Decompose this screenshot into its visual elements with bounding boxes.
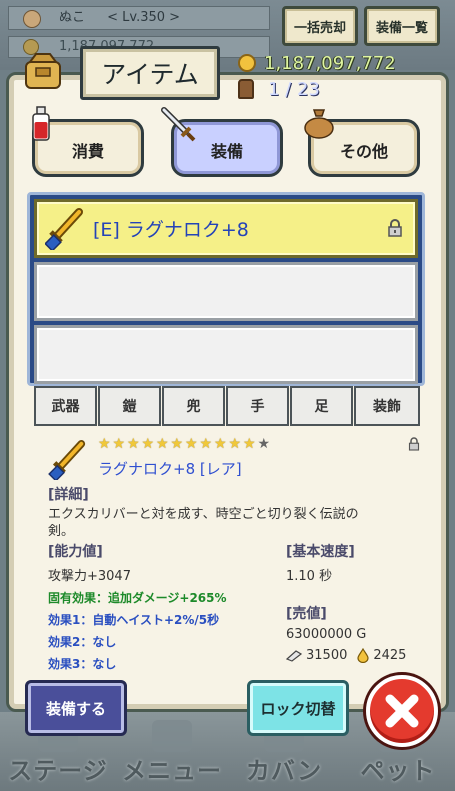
effect-2: 効果2：なし [48,635,117,649]
coin-icon [238,54,256,72]
sword-icon [161,107,196,142]
effect-3: 効果3：なし [48,657,117,671]
pouch-icon [304,109,334,139]
item-name: [E] ラグナロク+8 [93,219,249,241]
drop-count: 2425 [373,648,407,663]
tab-consumable-label: 消費 [71,142,104,161]
list-item[interactable]: [E] ラグナロク+8 [34,199,418,258]
star-filled-icon: ★ [170,436,184,452]
stats-heading: [能力値] [48,544,103,560]
nav-pet-label: ペット [360,757,436,785]
lock-icon [408,437,420,451]
stone-count: 31500 [306,648,348,663]
bag-icon [25,53,61,89]
tab-equipment-label: 装備 [210,142,243,161]
nav-stage[interactable]: ステージ [6,720,110,786]
star-filled-icon: ★ [98,436,111,452]
backpack-icon [238,79,254,99]
item-detail-title: ラグナロク+8 [レア] [98,460,242,478]
nav-pet[interactable]: ペット [350,720,446,786]
rarity-stars: ★ ★ ★ ★ ★ ★ ★ ★ ★ ★ ★ ★ [98,437,272,451]
effect-1: 効果1：自動ヘイスト+2%/5秒 [48,613,220,627]
star-filled-icon: ★ [141,436,155,452]
bulk-sell-button[interactable]: 一括売却 [282,6,358,46]
gold-amount: 1,187,097,772 [264,52,396,74]
player-avatar-icon [23,10,41,28]
tab-weapon[interactable]: 武器 [34,386,97,426]
star-filled-icon: ★ [243,436,256,452]
tab-accessory[interactable]: 装飾 [354,386,420,426]
empty-item-slot[interactable] [34,262,418,321]
star-filled-icon: ★ [127,436,140,452]
star-filled-icon: ★ [112,436,126,452]
lock-toggle-button[interactable]: ロック切替 [247,680,349,736]
tab-helmet[interactable]: 兜 [162,386,225,426]
star-filled-icon: ★ [156,436,169,452]
tab-armor[interactable]: 鎧 [98,386,161,426]
tab-boots[interactable]: 足 [290,386,353,426]
description-line: 剣。 [48,524,75,539]
sell-price: 63000000 G [286,627,367,642]
golden-sword-icon [45,208,83,250]
star-filled-icon: ★ [185,436,198,452]
gold-counter: 1,187,097,772 [238,52,428,74]
star-filled-icon: ★ [214,436,227,452]
inventory-capacity: 1 / 23 [238,78,368,100]
drop-icon [357,648,369,663]
nav-bag[interactable]: カバン [236,720,332,786]
close-icon [385,694,419,728]
item-list[interactable]: [E] ラグナロク+8 [27,192,425,386]
nav-menu-label: メニュー [122,757,222,785]
star-filled-icon: ★ [199,436,213,452]
close-button[interactable] [366,675,438,747]
player-info: ぬこ < Lv.350 > [8,6,270,30]
player-name: ぬこ [59,10,86,25]
capacity-value: 1 / 23 [268,78,320,100]
nav-stage-label: ステージ [8,757,108,785]
star-filled-icon: ★ [228,436,242,452]
tab-other-label: その他 [339,142,388,161]
panel-title: アイテム [80,46,220,100]
nav-bag-label: カバン [245,757,323,785]
golden-sword-icon [48,440,86,480]
equip-list-button[interactable]: 装備一覧 [364,6,440,46]
empty-item-slot[interactable] [34,325,418,384]
speed-heading: [基本速度] [286,544,355,560]
attack-stat: 攻撃力+3047 [48,569,131,584]
menu-icon [152,720,192,752]
sell-materials: 31500 2425 [286,648,406,663]
lock-icon [388,219,402,237]
description-line: エクスカリバーと対を成す、時空ごと切り裂く伝説の [48,507,359,522]
unique-effect: 固有効果：追加ダメージ+265% [48,591,227,605]
speed-value: 1.10 秒 [286,569,333,584]
star-empty-icon: ★ [257,436,271,452]
potion-icon [32,106,50,141]
stone-icon [286,649,302,662]
player-level: < Lv.350 > [107,10,181,25]
equip-button[interactable]: 装備する [25,680,127,736]
tab-gloves[interactable]: 手 [226,386,289,426]
price-heading: [売値] [286,606,327,622]
description-heading: [詳細] [48,487,89,503]
nav-menu[interactable]: メニュー [120,720,224,786]
